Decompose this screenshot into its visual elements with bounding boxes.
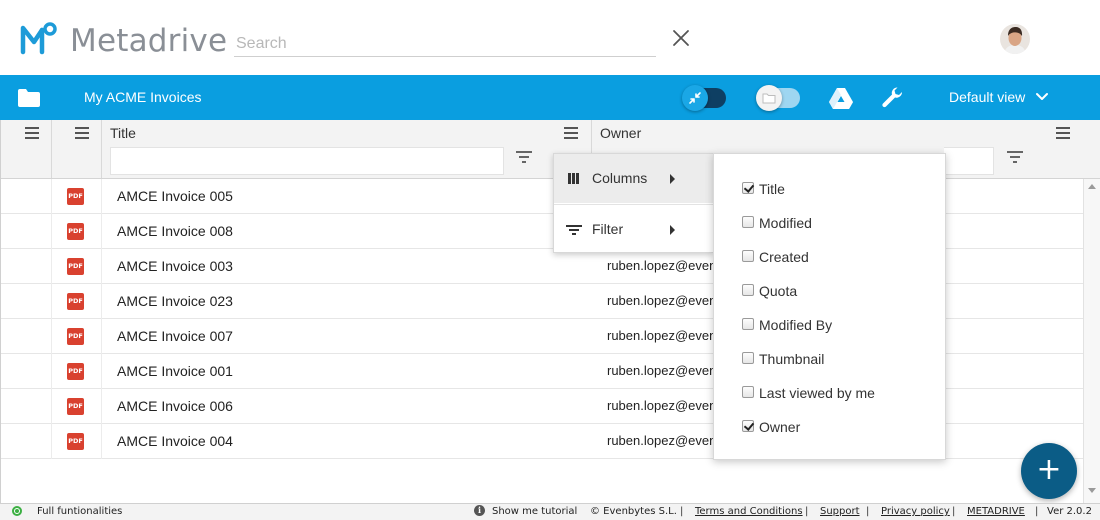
file-owner: ruben.lopez@even [607,328,717,343]
metadrive-logo-icon[interactable] [20,22,60,56]
folder-small-icon [762,93,776,104]
pdf-icon: PDF [67,223,84,240]
file-title[interactable]: AMCE Invoice 023 [117,293,233,309]
file-title[interactable]: AMCE Invoice 004 [117,433,233,449]
status-text: Full funtionalities [37,506,123,517]
column-context-menu: Columns Filter [553,153,714,253]
wrench-icon[interactable] [881,86,905,110]
column-checkbox[interactable] [742,284,754,296]
columns-submenu: Title Modified Created Quota Modified By… [713,153,946,460]
file-title[interactable]: AMCE Invoice 008 [117,223,233,239]
folder-toggle-knob [756,85,782,111]
terms-link[interactable]: Terms and Conditions [695,506,803,517]
folder-title: My ACME Invoices [84,89,202,105]
column-checkbox[interactable] [742,318,754,330]
pdf-icon: PDF [67,433,84,450]
file-owner: ruben.lopez@even [607,398,717,413]
compress-arrows-icon [689,92,701,104]
filter-icon[interactable] [1007,151,1023,163]
hamburger-icon[interactable] [75,127,89,139]
brand-name: Metadrive [70,23,228,59]
file-title[interactable]: AMCE Invoice 005 [117,188,233,204]
header-type-cell [52,120,102,178]
pdf-icon: PDF [67,293,84,310]
owner-filter-input[interactable] [944,147,994,175]
filter-icon[interactable] [516,151,532,163]
menu-item-label: Columns [592,170,648,186]
menu-item-columns[interactable]: Columns [554,154,713,203]
toolbar: My ACME Invoices Default view [0,75,1100,120]
support-link[interactable]: Support [820,506,860,517]
footer-separator: | [680,506,684,517]
file-owner: ruben.lopez@even [607,433,717,448]
scroll-up-arrow-icon[interactable] [1088,184,1096,189]
hamburger-icon[interactable] [25,127,39,139]
info-icon[interactable]: i [474,505,485,516]
hamburger-icon[interactable] [564,127,578,139]
column-checkbox[interactable] [742,352,754,364]
compress-toggle-knob [682,85,708,111]
user-avatar[interactable] [1000,24,1030,54]
pdf-icon: PDF [67,363,84,380]
google-drive-icon[interactable] [829,87,853,109]
chevron-right-icon [670,174,675,184]
footer-bar: Full funtionalities i Show me tutorial ©… [0,503,1100,520]
header-corner [1083,120,1100,179]
column-checkbox[interactable] [742,420,754,432]
close-icon[interactable] [671,28,691,48]
filter-icon [566,225,582,236]
file-owner: ruben.lopez@even [607,363,717,378]
footer-separator: | [1035,506,1039,517]
file-title[interactable]: AMCE Invoice 003 [117,258,233,274]
column-header-title[interactable]: Title [110,125,136,141]
column-checkbox[interactable] [742,182,754,194]
pdf-icon: PDF [67,398,84,415]
menu-item-filter[interactable]: Filter [554,204,713,253]
search-input[interactable] [234,31,656,57]
footer-separator: | [866,506,870,517]
menu-item-label: Filter [592,221,624,237]
compress-toggle[interactable] [682,85,726,111]
chevron-right-icon [670,225,675,235]
chevron-down-icon[interactable] [1036,92,1048,102]
column-header-owner[interactable]: Owner [600,125,641,141]
footer-separator: | [952,506,956,517]
file-title[interactable]: AMCE Invoice 007 [117,328,233,344]
columns-icon [568,173,580,184]
file-title[interactable]: AMCE Invoice 006 [117,398,233,414]
scroll-down-arrow-icon[interactable] [1088,488,1096,493]
title-filter-input[interactable] [110,147,504,175]
hamburger-icon[interactable] [1056,127,1070,139]
privacy-link[interactable]: Privacy policy [881,506,950,517]
view-selector[interactable]: Default view [949,89,1025,105]
add-button[interactable]: + [1021,443,1077,499]
pdf-icon: PDF [67,328,84,345]
app-header: Metadrive [0,0,1100,75]
column-checkbox[interactable] [742,216,754,228]
metadrive-link[interactable]: METADRIVE [967,506,1025,517]
pdf-icon: PDF [67,188,84,205]
file-title[interactable]: AMCE Invoice 001 [117,363,233,379]
version-text: Ver 2.0.2 [1047,506,1092,517]
vertical-scrollbar[interactable] [1083,179,1100,503]
header-title-cell: Title [102,120,592,178]
pdf-icon: PDF [67,258,84,275]
folder-icon[interactable] [18,89,40,107]
tutorial-link[interactable]: Show me tutorial [492,506,577,517]
column-checkbox[interactable] [742,250,754,262]
copyright-text: © Evenbytes S.L. [590,506,677,517]
footer-separator: | [805,506,809,517]
column-checkbox[interactable] [742,386,754,398]
status-ok-icon [12,506,22,516]
folder-toggle[interactable] [756,85,800,111]
file-owner: ruben.lopez@even [607,258,717,273]
header-select-cell [0,120,52,178]
file-owner: ruben.lopez@even [607,293,717,308]
